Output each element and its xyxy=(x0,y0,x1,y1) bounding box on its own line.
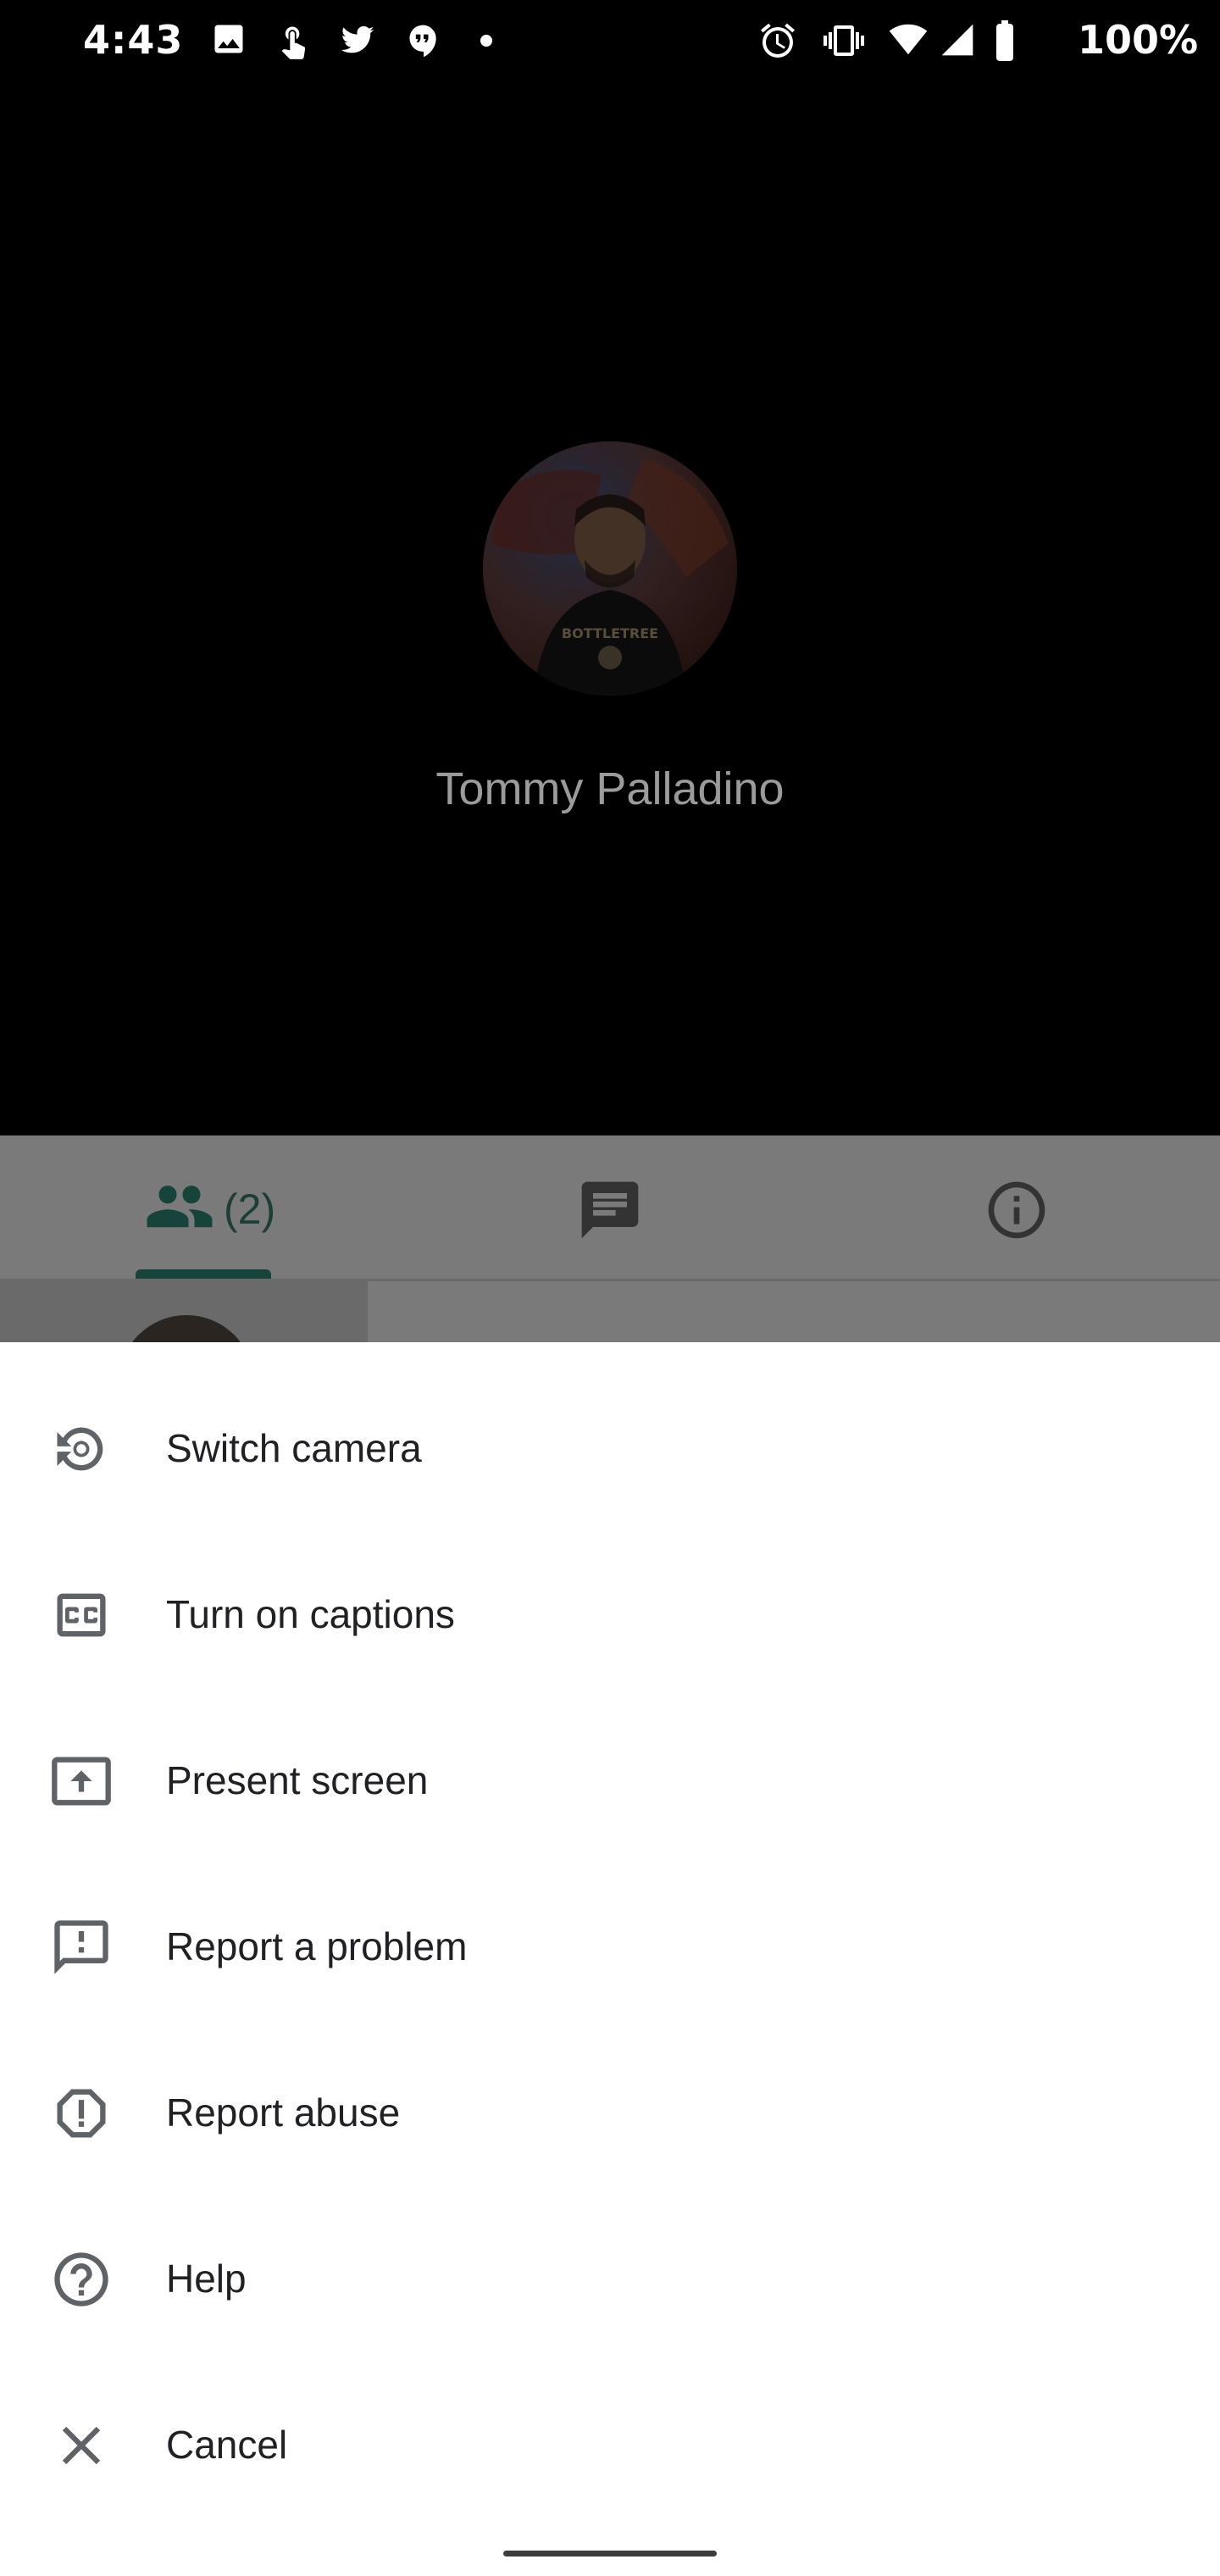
participant-count: (2) xyxy=(224,1185,276,1233)
participant-thumbnail xyxy=(119,1315,254,1342)
wifi-icon xyxy=(886,20,930,59)
status-time: 4:43 xyxy=(83,17,184,63)
battery-percentage: 100% xyxy=(1078,17,1199,63)
info-icon xyxy=(988,1181,1045,1239)
close-icon xyxy=(49,2413,114,2478)
alarm-icon xyxy=(757,20,798,61)
chat-icon xyxy=(581,1181,639,1239)
caller-avatar: BOTTLETREE xyxy=(483,441,737,696)
menu-item-report-problem[interactable]: Report a problem xyxy=(0,1863,1220,2029)
battery-icon xyxy=(993,20,1017,61)
menu-item-report-abuse[interactable]: Report abuse xyxy=(0,2029,1220,2195)
gesture-nav-handle[interactable] xyxy=(503,2551,717,2557)
people-icon xyxy=(144,1180,215,1235)
tab-info[interactable] xyxy=(983,1135,1051,1280)
present-screen-icon xyxy=(49,1749,114,1813)
report-problem-icon xyxy=(49,1915,114,1979)
tab-participants[interactable]: (2) xyxy=(136,1135,280,1280)
twitter-icon xyxy=(337,20,378,58)
dot-icon xyxy=(480,34,493,47)
call-view: BOTTLETREE Tommy Palladino xyxy=(0,85,1220,1135)
hangouts-icon xyxy=(405,20,442,61)
menu-item-label: Help xyxy=(166,2257,247,2301)
options-bottom-sheet: Switch camera Turn on captions Present s… xyxy=(0,1342,1220,2576)
participant-strip xyxy=(0,1281,1220,1342)
signal-icon xyxy=(939,20,976,59)
menu-item-label: Present screen xyxy=(166,1758,429,1802)
menu-item-label: Switch camera xyxy=(166,1426,422,1470)
menu-item-label: Cancel xyxy=(166,2423,288,2467)
captions-icon xyxy=(49,1583,114,1647)
image-icon xyxy=(210,20,247,58)
call-tab-bar: (2) xyxy=(0,1135,1220,1280)
menu-item-captions[interactable]: Turn on captions xyxy=(0,1530,1220,1696)
menu-item-label: Report a problem xyxy=(166,1924,468,1968)
menu-item-help[interactable]: Help xyxy=(0,2195,1220,2361)
menu-item-present-screen[interactable]: Present screen xyxy=(0,1696,1220,1863)
caller-name: Tommy Palladino xyxy=(435,763,785,814)
menu-item-label: Report abuse xyxy=(166,2090,401,2135)
participant-tile[interactable] xyxy=(0,1281,368,1342)
switch-camera-icon xyxy=(49,1417,114,1481)
help-icon xyxy=(49,2247,114,2312)
menu-item-label: Turn on captions xyxy=(166,1592,455,1636)
menu-item-cancel[interactable]: Cancel xyxy=(0,2361,1220,2527)
menu-item-switch-camera[interactable]: Switch camera xyxy=(0,1364,1220,1530)
touch-icon xyxy=(274,20,312,61)
status-bar: 4:43 100% xyxy=(0,0,1220,85)
report-abuse-icon xyxy=(49,2081,114,2146)
vibrate-icon xyxy=(822,20,866,61)
tab-chat[interactable] xyxy=(576,1135,644,1280)
